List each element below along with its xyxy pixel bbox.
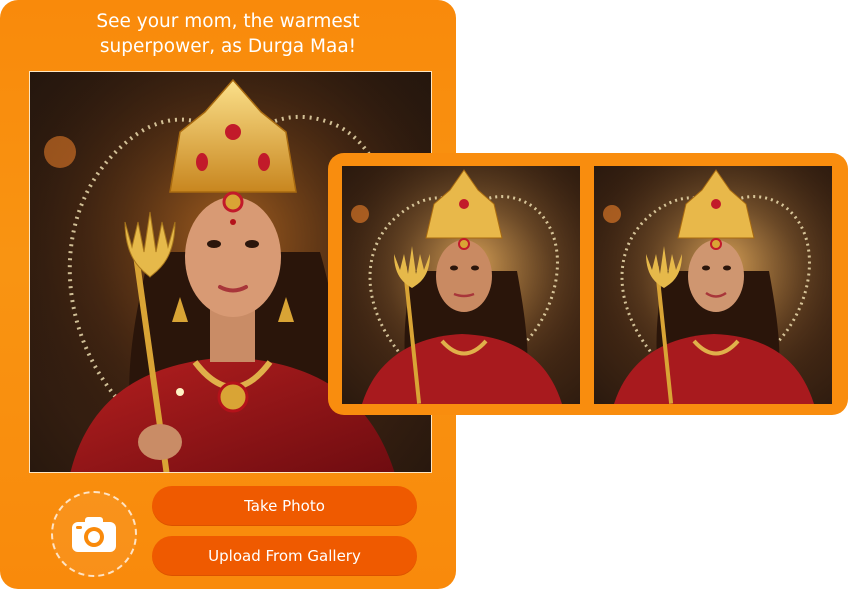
headline-line-1: See your mom, the warmest xyxy=(96,11,360,32)
take-photo-button[interactable]: Take Photo xyxy=(152,486,417,526)
upload-from-gallery-button[interactable]: Upload From Gallery xyxy=(152,536,417,576)
result-illustration-1 xyxy=(342,166,580,404)
result-illustration-2 xyxy=(594,166,832,404)
result-image-2[interactable] xyxy=(594,166,832,404)
card-headline: See your mom, the warmest superpower, as… xyxy=(0,9,456,59)
stage: See your mom, the warmest superpower, as… xyxy=(0,0,849,589)
camera-icon xyxy=(72,517,116,552)
results-panel xyxy=(328,153,848,415)
headline-line-2: superpower, as Durga Maa! xyxy=(99,36,357,57)
result-image-1[interactable] xyxy=(342,166,580,404)
camera-capture-button[interactable] xyxy=(51,491,137,577)
